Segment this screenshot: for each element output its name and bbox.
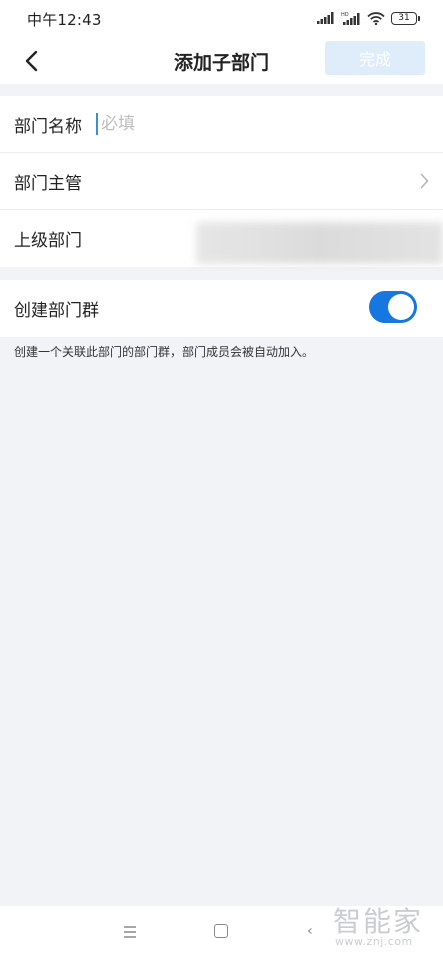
create-group-label: 创建部门群 <box>14 301 99 321</box>
back-triangle-icon[interactable] <box>308 928 312 934</box>
department-manager-row[interactable]: 部门主管 <box>0 153 443 210</box>
watermark-logo: 智能家 <box>333 905 424 938</box>
chevron-right-icon <box>420 173 429 189</box>
department-info-group: 部门名称 部门主管 上级部门 <box>0 96 443 267</box>
parent-department-value-redacted <box>196 222 443 264</box>
department-name-label: 部门名称 <box>14 116 82 137</box>
parent-department-row[interactable]: 上级部门 <box>0 210 443 267</box>
group-chat-group: 创建部门群 <box>0 280 443 337</box>
department-name-row: 部门名称 <box>0 96 443 153</box>
hd-signal-icon: HD <box>341 12 360 25</box>
department-name-input[interactable] <box>96 113 353 135</box>
create-group-row: 创建部门群 <box>0 280 443 337</box>
watermark: 智能家 www.znj.com <box>333 900 433 950</box>
svg-text:HD: HD <box>341 12 349 18</box>
menu-icon[interactable] <box>121 923 139 941</box>
toggle-knob <box>388 294 414 320</box>
home-icon[interactable] <box>214 924 228 938</box>
status-time: 中午12:43 <box>27 11 102 29</box>
battery-icon: 31 <box>391 11 420 25</box>
wifi-icon <box>367 11 385 25</box>
signal-icon <box>317 12 334 24</box>
watermark-url: www.znj.com <box>335 935 413 948</box>
nav-bar: 添加子部门 完成 <box>0 36 443 84</box>
create-group-toggle[interactable] <box>369 291 417 323</box>
parent-department-label: 上级部门 <box>14 231 82 251</box>
department-manager-label: 部门主管 <box>14 173 82 194</box>
done-button[interactable]: 完成 <box>325 41 425 75</box>
status-icons: HD 31 <box>317 9 420 27</box>
status-bar: 中午12:43 HD 31 <box>0 0 443 36</box>
create-group-hint: 创建一个关联此部门的部门群，部门成员会被自动加入。 <box>14 345 315 359</box>
